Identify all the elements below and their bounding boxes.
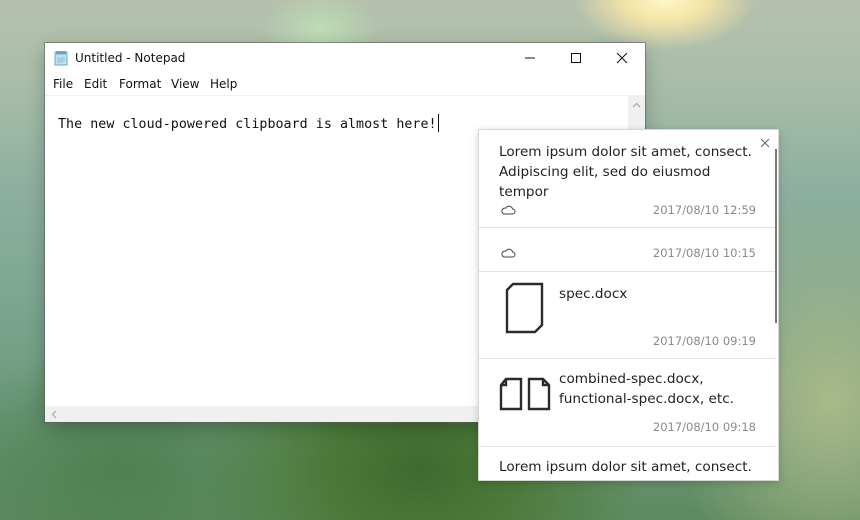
maximize-button[interactable] <box>553 43 599 73</box>
clipboard-item-text: combined-spec.docx, functional-spec.docx… <box>559 371 735 407</box>
clipboard-item-timestamp: 2017/08/10 12:59 <box>652 203 756 217</box>
clipboard-item[interactable]: spec.docx 2017/08/10 09:19 <box>479 272 776 359</box>
clipboard-item[interactable]: combined-spec.docx, functional-spec.docx… <box>479 359 776 447</box>
chevron-left-icon <box>51 410 56 418</box>
clipboard-item-text: Lorem ipsum dolor sit amet, consect. Adi… <box>499 144 752 200</box>
clipboard-scrollbar-thumb[interactable] <box>775 149 777 323</box>
menu-bar: File Edit Format View Help <box>45 73 645 96</box>
clipboard-item-text: spec.docx <box>559 286 628 302</box>
close-icon <box>760 138 770 148</box>
minimize-button[interactable] <box>507 43 553 73</box>
clipboard-item[interactable]: 2017/08/10 10:15 <box>479 228 776 272</box>
clipboard-history-panel: Lorem ipsum dolor sit amet, consect. Adi… <box>478 129 779 481</box>
close-icon <box>616 52 628 64</box>
multiple-documents-icon <box>499 377 551 411</box>
text-caret <box>437 114 439 132</box>
clipboard-item[interactable]: Lorem ipsum dolor sit amet, consect. Adi… <box>479 130 776 228</box>
clipboard-item-text: Lorem ipsum dolor sit amet, consect. <box>499 459 752 475</box>
menu-edit[interactable]: Edit <box>84 77 107 91</box>
clipboard-close-button[interactable] <box>758 136 772 150</box>
cloud-sync-icon <box>501 205 516 215</box>
title-bar[interactable]: Untitled - Notepad <box>45 43 645 73</box>
scroll-up-button[interactable] <box>628 96 645 113</box>
cloud-sync-icon <box>501 248 516 258</box>
close-button[interactable] <box>599 43 645 73</box>
scroll-left-button[interactable] <box>45 406 62 422</box>
clipboard-item-timestamp: 2017/08/10 09:19 <box>652 334 756 348</box>
editor-content: The new cloud-powered clipboard is almos… <box>58 117 437 132</box>
menu-help[interactable]: Help <box>210 77 237 91</box>
menu-view[interactable]: View <box>171 77 199 91</box>
clipboard-item[interactable]: Lorem ipsum dolor sit amet, consect. <box>479 447 776 480</box>
minimize-icon <box>525 57 535 59</box>
clipboard-item-timestamp: 2017/08/10 10:15 <box>652 246 756 260</box>
clipboard-item-timestamp: 2017/08/10 09:18 <box>652 420 756 434</box>
notepad-icon <box>54 50 68 66</box>
document-icon <box>505 282 544 334</box>
menu-format[interactable]: Format <box>119 77 161 91</box>
menu-file[interactable]: File <box>53 77 73 91</box>
maximize-icon <box>571 53 581 63</box>
window-title: Untitled - Notepad <box>75 51 186 65</box>
chevron-up-icon <box>632 102 641 107</box>
